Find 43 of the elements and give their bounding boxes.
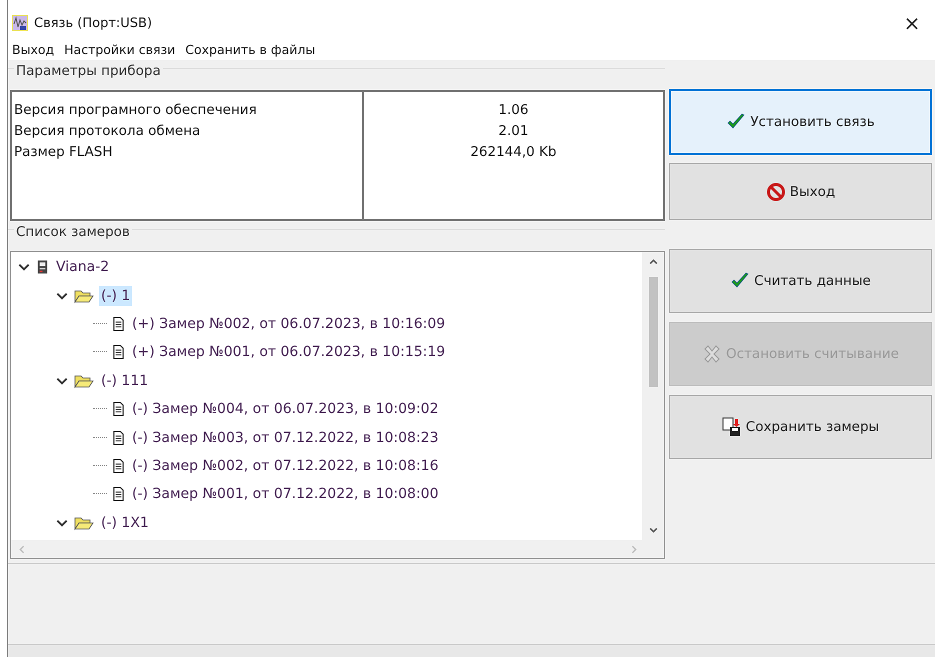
tree-item[interactable]: (+) Замер №001, от 06.07.2023, в 10:15:19 — [130, 342, 448, 362]
menu-item[interactable]: Выход — [12, 42, 54, 56]
menu-item[interactable]: Сохранить в файлы — [185, 42, 316, 56]
action-button[interactable]: Установить связь — [669, 89, 932, 155]
tree-item[interactable]: (-) Замер №003, от 07.12.2022, в 10:08:23 — [130, 428, 440, 448]
document-icon — [112, 401, 125, 418]
window-title: Связь (Порт:USB) — [34, 16, 154, 30]
document-icon — [112, 316, 125, 332]
app-icon — [12, 15, 28, 31]
tree-item[interactable]: (+) Замер №002, от 06.07.2023, в 10:16:09 — [130, 314, 448, 334]
action-button[interactable]: Выход — [669, 163, 932, 220]
param-value: 1.06 — [498, 101, 528, 120]
vertical-scrollbar[interactable] — [642, 252, 664, 540]
group-title: Список замеров — [14, 224, 132, 240]
close-button[interactable]: × — [889, 11, 935, 35]
cross-icon — [702, 344, 722, 364]
tree-item[interactable]: (-) 1 — [99, 286, 132, 306]
scroll-thumb[interactable] — [648, 277, 658, 387]
param-value: 262144,0 Kb — [470, 143, 556, 162]
document-icon — [112, 344, 125, 360]
folder-icon — [74, 288, 94, 304]
tree-item[interactable]: (-) Замер №002, от 07.12.2022, в 10:08:16 — [130, 456, 440, 476]
document-icon — [112, 458, 125, 474]
folder-icon — [74, 372, 94, 389]
forbidden-icon — [766, 182, 786, 202]
document-icon — [112, 486, 125, 502]
param-value: 2.01 — [498, 122, 528, 141]
tree-item[interactable]: Viana-2 — [54, 257, 112, 278]
tree-item[interactable]: (-) 111 — [99, 370, 150, 391]
save-icon — [722, 417, 742, 437]
folder-icon — [74, 514, 94, 531]
param-name: Версия програмного обеспечения — [14, 101, 258, 120]
action-button[interactable]: Сохранить замеры — [669, 395, 932, 459]
group-title: Параметры прибора — [14, 63, 163, 79]
device-icon — [36, 259, 49, 276]
document-icon — [112, 430, 125, 446]
param-name: Размер FLASH — [14, 143, 114, 162]
tree-item[interactable]: (-) 1X1 — [99, 512, 151, 533]
menu-item[interactable]: Настройки связи — [64, 42, 176, 56]
tree-item[interactable]: (-) Замер №001, от 07.12.2022, в 10:08:00 — [130, 484, 440, 504]
param-name: Версия протокола обмена — [14, 122, 202, 141]
action-button[interactable]: Считать данные — [669, 249, 932, 313]
tree-item[interactable]: (-) Замер №004, от 06.07.2023, в 10:09:02 — [130, 399, 440, 420]
